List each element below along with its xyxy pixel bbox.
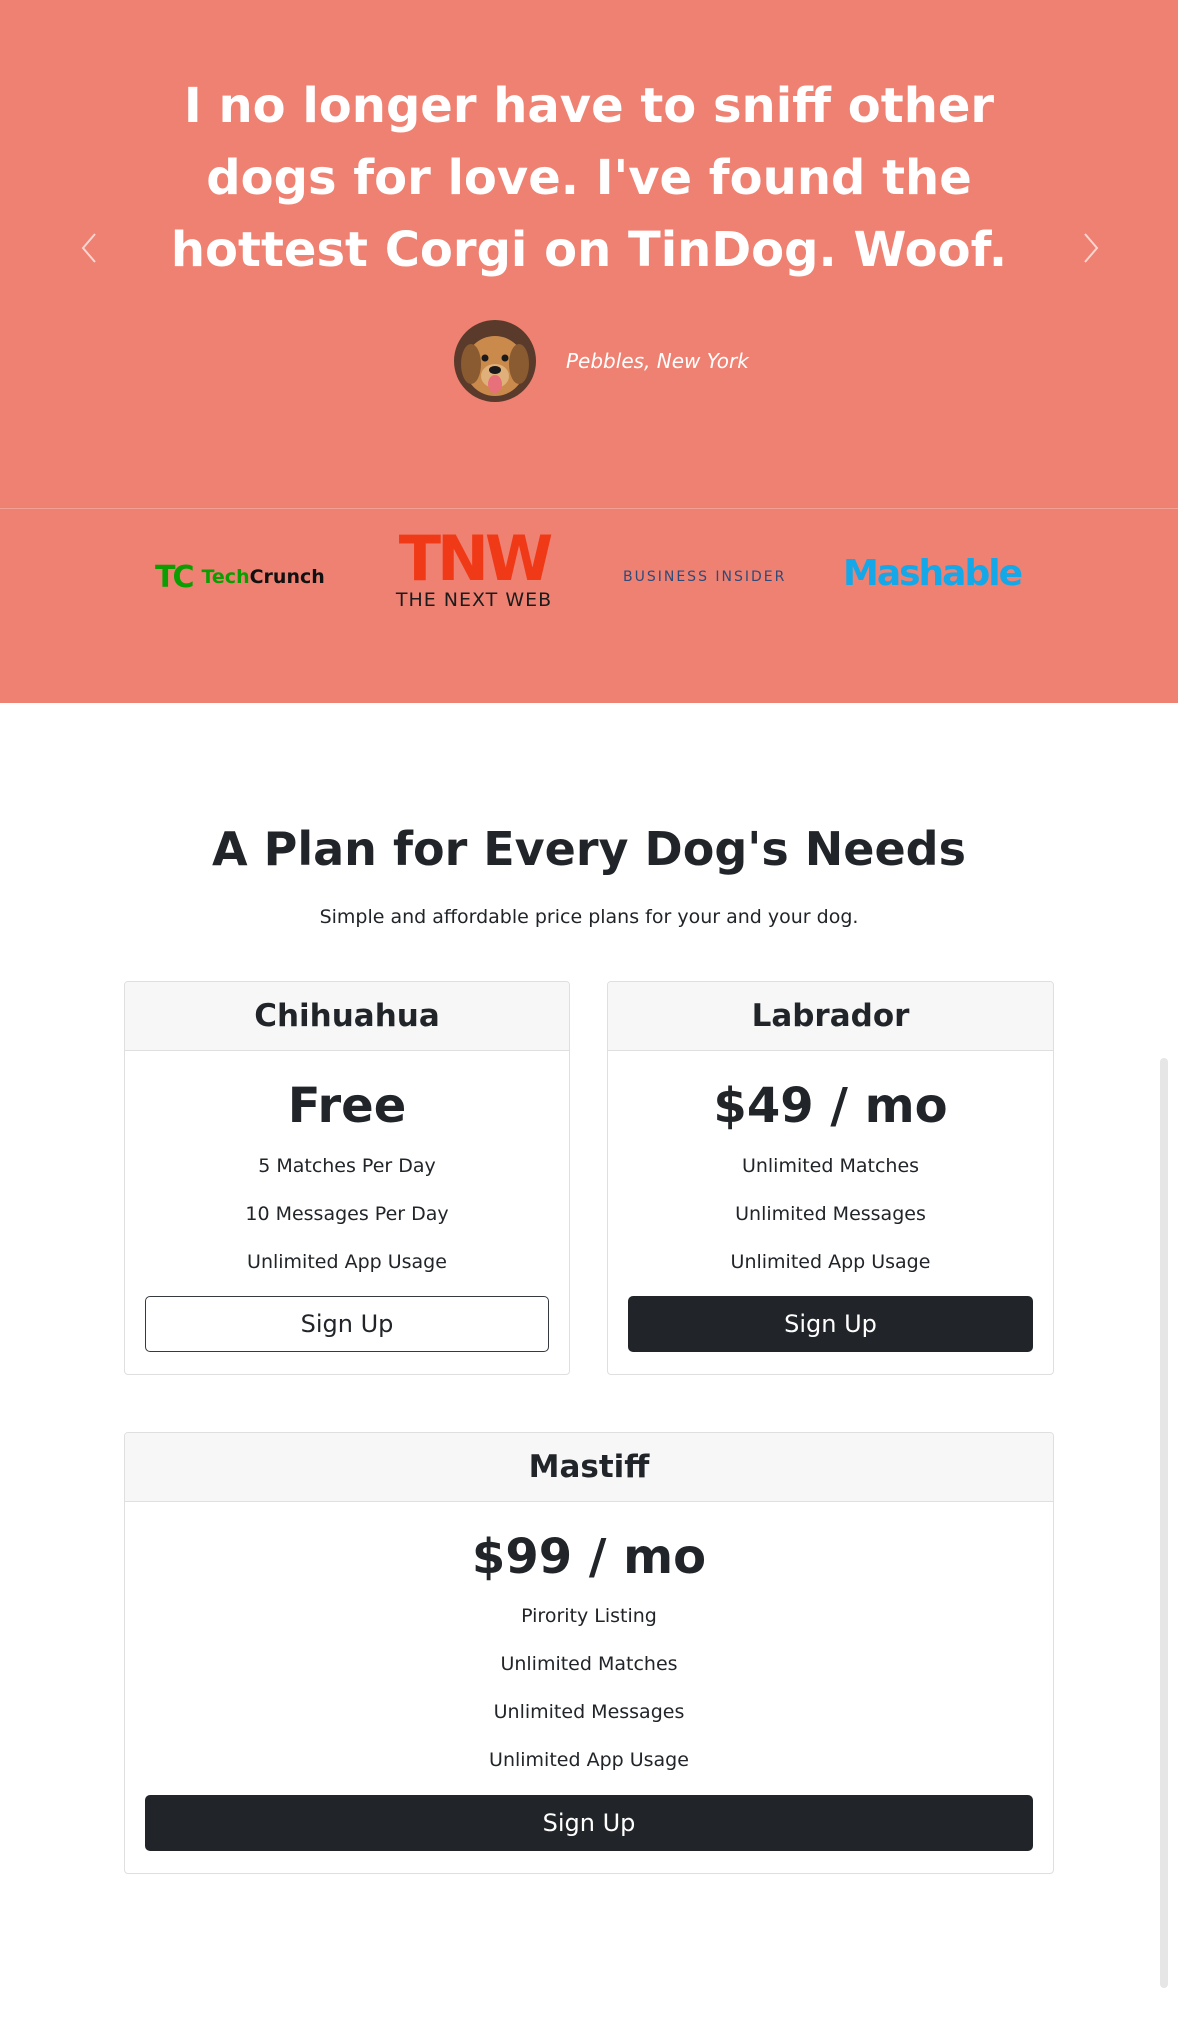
plan-price: $99 / mo: [471, 1529, 707, 1585]
plan-card-mastiff: Mastiff $99 / mo Pirority Listing Unlimi…: [124, 1432, 1054, 1874]
tnw-subtitle: THE NEXT WEB: [395, 589, 553, 611]
plan-name: Labrador: [608, 982, 1053, 1051]
plan-card-chihuahua: Chihuahua Free 5 Matches Per Day 10 Mess…: [124, 981, 570, 1375]
plan-feature: Unlimited Messages: [493, 1701, 685, 1723]
pricing-title: A Plan for Every Dog's Needs: [212, 822, 966, 876]
techcrunch-word-a: Tech: [201, 566, 250, 588]
plan-feature: Unlimited Matches: [500, 1653, 678, 1675]
plan-feature: Unlimited App Usage: [730, 1251, 931, 1273]
chevron-left-icon: [81, 233, 96, 263]
plan-card-labrador: Labrador $49 / mo Unlimited Matches Unli…: [607, 981, 1054, 1375]
chevron-right-icon: [1084, 233, 1099, 263]
tnw-logo: TNW THE NEXT WEB: [384, 522, 564, 612]
plan-price: Free: [287, 1078, 407, 1134]
plan-name: Chihuahua: [125, 982, 569, 1051]
testimonial-author: Pebbles, New York: [454, 320, 749, 402]
author-name: Pebbles, New York: [566, 349, 749, 373]
plan-price: $49 / mo: [713, 1078, 948, 1134]
plan-feature: Unlimited Messages: [735, 1203, 926, 1225]
pricing-subtitle: Simple and affordable price plans for yo…: [319, 906, 859, 928]
sign-up-button[interactable]: Sign Up: [145, 1296, 549, 1352]
tnw-letters: TNW: [398, 522, 554, 595]
plan-feature: 10 Messages Per Day: [245, 1203, 449, 1225]
dog-avatar: [454, 320, 536, 402]
plan-feature: Unlimited App Usage: [489, 1749, 689, 1771]
plan-feature: 5 Matches Per Day: [258, 1155, 436, 1177]
business-insider-logo: BUSINESS INSIDER: [623, 569, 787, 585]
sign-up-button[interactable]: Sign Up: [145, 1795, 1033, 1851]
carousel-next-button[interactable]: [1070, 228, 1110, 268]
testimonial-section: I no longer have to sniff other dogs for…: [0, 0, 1178, 508]
techcrunch-logo: TC TechCrunch: [155, 555, 325, 599]
techcrunch-wordmark: TechCrunch: [201, 566, 324, 588]
scrollbar[interactable]: [1160, 1058, 1168, 1988]
carousel-prev-button[interactable]: [70, 228, 110, 268]
press-section: TC TechCrunch TNW THE NEXT WEB BUSINESS …: [0, 508, 1178, 703]
testimonial-quote: I no longer have to sniff other dogs for…: [170, 78, 1008, 278]
sign-up-button[interactable]: Sign Up: [628, 1296, 1033, 1352]
techcrunch-word-b: Crunch: [249, 566, 325, 588]
techcrunch-mark: TC: [155, 559, 195, 595]
plan-feature: Unlimited Matches: [741, 1155, 920, 1177]
plan-name: Mastiff: [125, 1433, 1053, 1502]
plan-feature: Pirority Listing: [521, 1605, 657, 1627]
mashable-logo: Mashable: [843, 553, 1023, 594]
plan-feature: Unlimited App Usage: [247, 1251, 447, 1273]
